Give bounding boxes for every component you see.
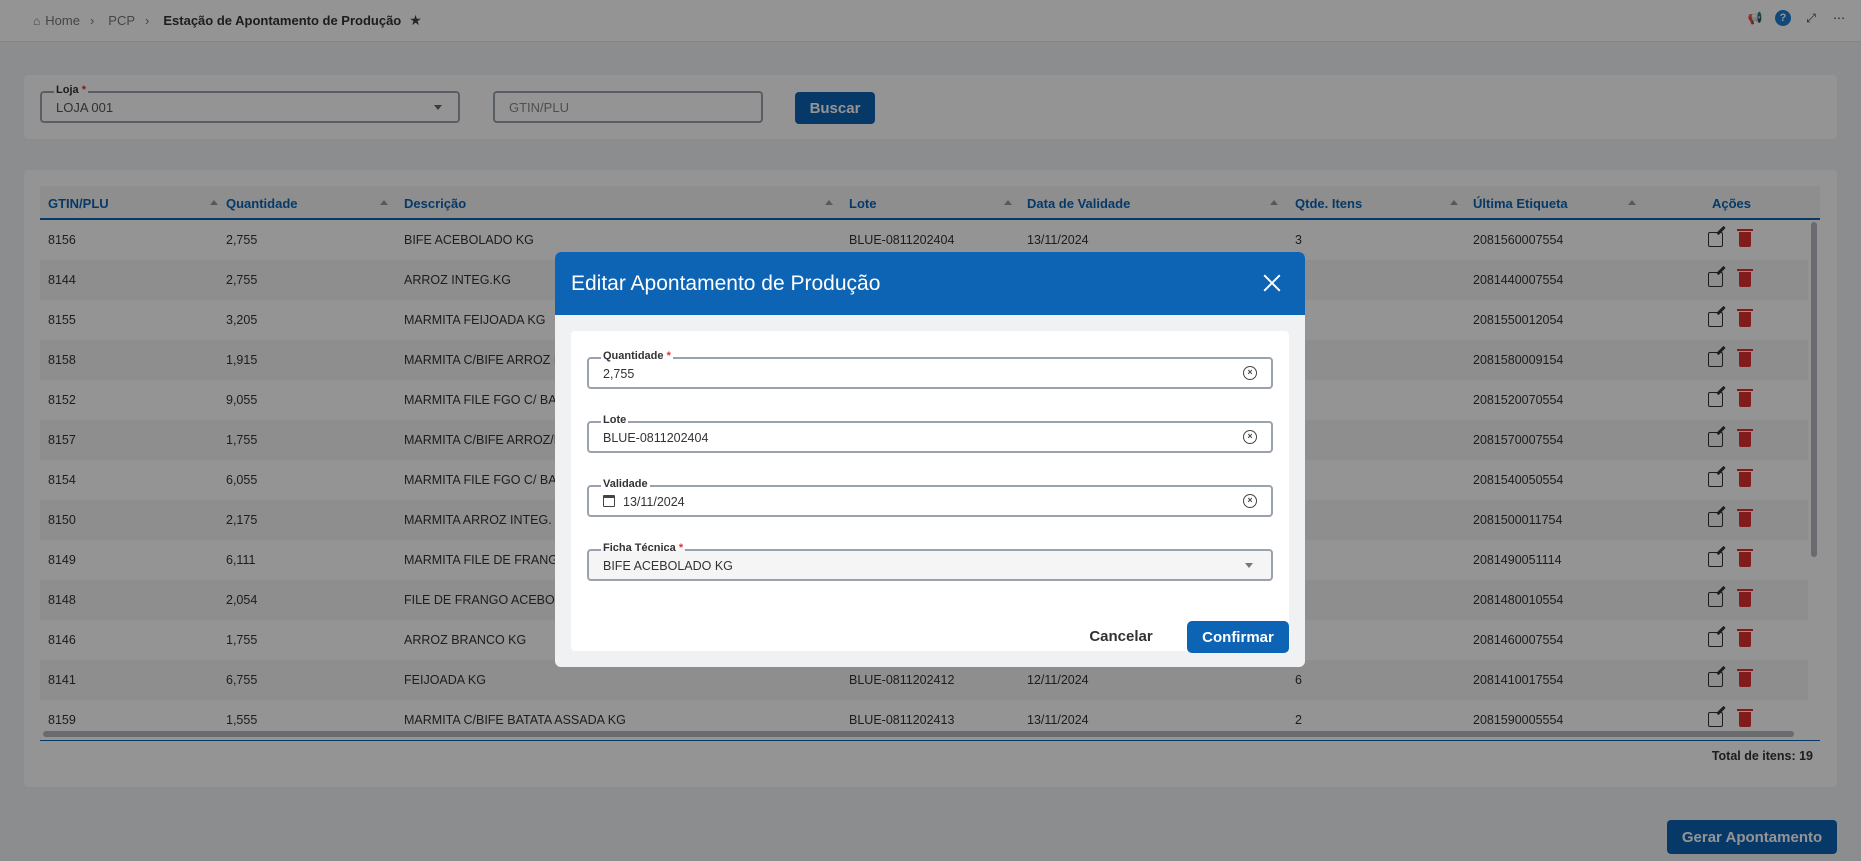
ficha-value: BIFE ACEBOLADO KG: [603, 559, 733, 573]
cancel-button[interactable]: Cancelar: [1081, 620, 1161, 652]
chevron-down-icon: [1245, 563, 1253, 568]
lote-label: Lote: [601, 414, 629, 426]
validade-label: Validade: [601, 478, 650, 490]
modal-header: Editar Apontamento de Produção: [555, 252, 1305, 315]
calendar-icon[interactable]: [603, 495, 615, 507]
close-icon[interactable]: [1261, 272, 1283, 294]
validade-field[interactable]: Validade 13/11/2024 ×: [587, 478, 1273, 517]
modal-body: Quantidade * 2,755 × Lote BLUE-081120240…: [571, 331, 1289, 653]
ficha-label: Ficha Técnica *: [601, 542, 686, 554]
clear-icon[interactable]: ×: [1243, 494, 1257, 508]
ficha-tecnica-select[interactable]: Ficha Técnica * BIFE ACEBOLADO KG: [587, 542, 1273, 581]
confirm-button[interactable]: Confirmar: [1187, 621, 1289, 653]
clear-icon[interactable]: ×: [1243, 430, 1257, 444]
modal-title: Editar Apontamento de Produção: [571, 272, 881, 295]
quantidade-value: 2,755: [603, 367, 635, 381]
lote-value: BLUE-0811202404: [603, 431, 709, 445]
quantidade-field[interactable]: Quantidade * 2,755 ×: [587, 350, 1273, 389]
quantidade-label: Quantidade *: [601, 350, 673, 362]
lote-field[interactable]: Lote BLUE-0811202404 ×: [587, 414, 1273, 453]
edit-modal: Editar Apontamento de Produção Quantidad…: [555, 252, 1305, 667]
clear-icon[interactable]: ×: [1243, 366, 1257, 380]
validade-value: 13/11/2024: [623, 495, 685, 509]
